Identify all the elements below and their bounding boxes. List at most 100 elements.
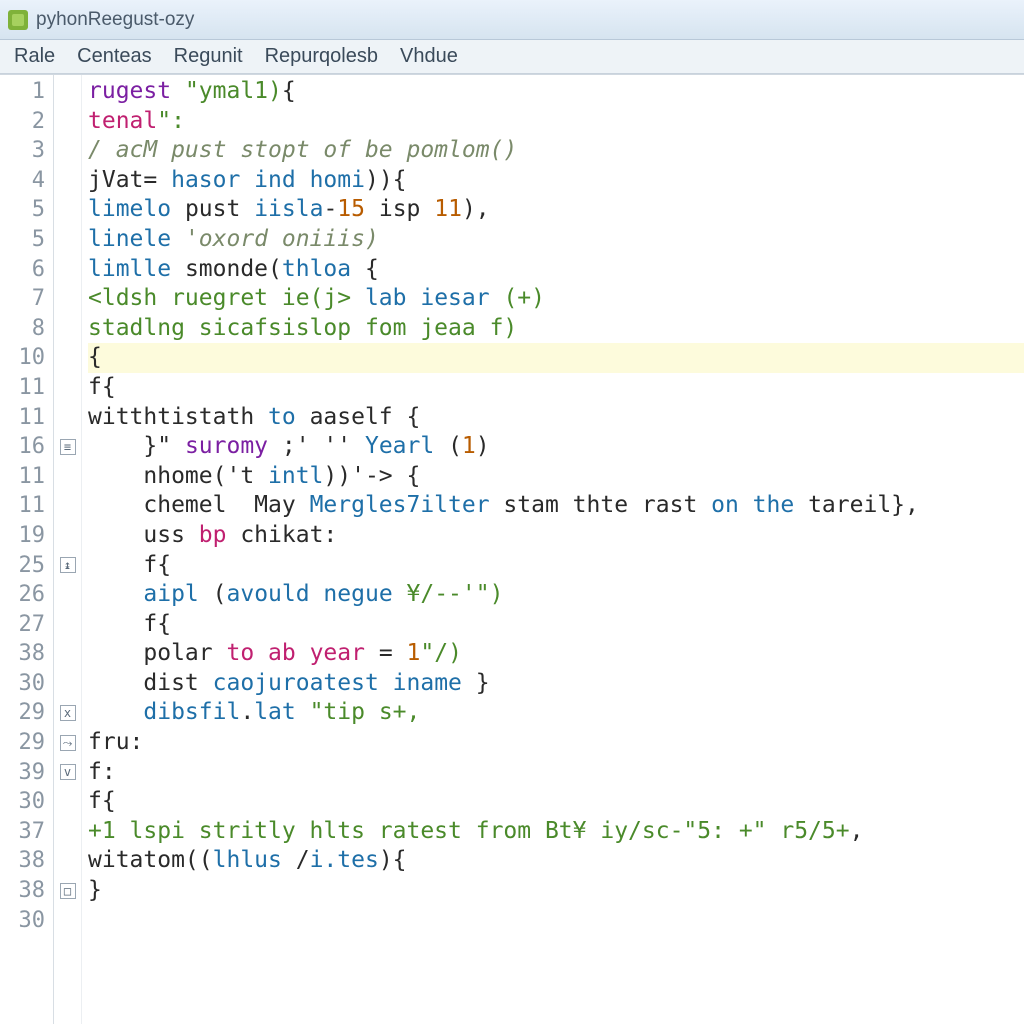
line-number: 38: [0, 876, 53, 906]
fold-marker: [54, 166, 81, 196]
line-number: 30: [0, 787, 53, 817]
code-line[interactable]: f:: [88, 758, 1024, 788]
line-number: 1: [0, 77, 53, 107]
code-line[interactable]: [88, 906, 1024, 936]
window-titlebar: pyhonReegust-ozy: [0, 0, 1024, 40]
menu-centeas[interactable]: Centeas: [67, 41, 162, 72]
code-line[interactable]: linele 'oxord oniiis): [88, 225, 1024, 255]
code-line[interactable]: uss bp chikat:: [88, 521, 1024, 551]
code-line[interactable]: stadlng sicafsislop fom jeaa f): [88, 314, 1024, 344]
menu-regunit[interactable]: Regunit: [164, 41, 253, 72]
fold-marker: [54, 610, 81, 640]
code-line[interactable]: witatom((lhlus /i.tes){: [88, 846, 1024, 876]
fold-toggle-icon[interactable]: v: [60, 764, 76, 780]
line-number: 11: [0, 462, 53, 492]
fold-marker: [54, 136, 81, 166]
code-editor[interactable]: 1234556781011111611111925262738302929393…: [0, 74, 1024, 1024]
line-number: 37: [0, 817, 53, 847]
fold-marker[interactable]: ≡: [54, 432, 81, 462]
code-line[interactable]: dist caojuroatest iname }: [88, 669, 1024, 699]
code-line[interactable]: nhome('t intl))'-> {: [88, 462, 1024, 492]
code-line[interactable]: f{: [88, 787, 1024, 817]
fold-marker: [54, 225, 81, 255]
code-line[interactable]: {: [88, 343, 1024, 373]
line-number: 27: [0, 610, 53, 640]
fold-marker: [54, 846, 81, 876]
line-number: 30: [0, 906, 53, 936]
fold-toggle-icon[interactable]: x: [60, 705, 76, 721]
code-line[interactable]: limelo pust iisla-15 isp 11),: [88, 195, 1024, 225]
fold-marker: [54, 403, 81, 433]
fold-marker: [54, 580, 81, 610]
fold-marker: [54, 107, 81, 137]
fold-toggle-icon[interactable]: ⤳: [60, 735, 76, 751]
code-line[interactable]: limlle smonde(thloa {: [88, 255, 1024, 285]
fold-marker: [54, 491, 81, 521]
line-number: 30: [0, 669, 53, 699]
code-line[interactable]: }: [88, 876, 1024, 906]
code-line[interactable]: f{: [88, 610, 1024, 640]
fold-marker: [54, 284, 81, 314]
line-number: 11: [0, 403, 53, 433]
code-line[interactable]: +1 lspi stritly hlts ratest from Bt¥ iy/…: [88, 817, 1024, 847]
code-line[interactable]: aipl (avould negue ¥/--'"): [88, 580, 1024, 610]
code-line[interactable]: tenal":: [88, 107, 1024, 137]
fold-marker[interactable]: □: [54, 876, 81, 906]
code-line[interactable]: jVat= hasor ind homi)){: [88, 166, 1024, 196]
code-line[interactable]: / acM pust stopt of be pomlom(): [88, 136, 1024, 166]
fold-toggle-icon[interactable]: ≡: [60, 439, 76, 455]
line-number: 5: [0, 195, 53, 225]
code-area[interactable]: rugest "ymal1){tenal":/ acM pust stopt o…: [82, 75, 1024, 1024]
app-icon: [8, 10, 28, 30]
code-line[interactable]: polar to ab year = 1"/): [88, 639, 1024, 669]
line-number: 11: [0, 491, 53, 521]
line-number: 3: [0, 136, 53, 166]
code-line[interactable]: f{: [88, 551, 1024, 581]
fold-marker: [54, 787, 81, 817]
line-number: 11: [0, 373, 53, 403]
line-number: 19: [0, 521, 53, 551]
fold-marker: [54, 817, 81, 847]
fold-marker: [54, 314, 81, 344]
line-number: 26: [0, 580, 53, 610]
menu-rale[interactable]: Rale: [4, 41, 65, 72]
code-line[interactable]: <ldsh ruegret ie(j> lab iesar (+): [88, 284, 1024, 314]
fold-marker: [54, 343, 81, 373]
fold-marker[interactable]: x: [54, 698, 81, 728]
code-line[interactable]: rugest "ymal1){: [88, 77, 1024, 107]
menu-repurqolesb[interactable]: Repurqolesb: [255, 41, 388, 72]
fold-marker[interactable]: v: [54, 758, 81, 788]
line-number-gutter: 1234556781011111611111925262738302929393…: [0, 75, 54, 1024]
line-number: 10: [0, 343, 53, 373]
code-line[interactable]: }" suromy ;' '' Yearl (1): [88, 432, 1024, 462]
line-number: 16: [0, 432, 53, 462]
code-line[interactable]: fru:: [88, 728, 1024, 758]
code-line[interactable]: dibsfil.lat "tip s+,: [88, 698, 1024, 728]
line-number: 7: [0, 284, 53, 314]
menubar: Rale Centeas Regunit Repurqolesb Vhdue: [0, 40, 1024, 74]
fold-marker: [54, 255, 81, 285]
code-line[interactable]: f{: [88, 373, 1024, 403]
window-title: pyhonReegust-ozy: [36, 9, 194, 31]
line-number: 6: [0, 255, 53, 285]
line-number: 39: [0, 758, 53, 788]
fold-column: ≡ ↨ x ⤳ v □: [54, 75, 82, 1024]
fold-marker: [54, 639, 81, 669]
fold-marker[interactable]: ⤳: [54, 728, 81, 758]
fold-toggle-icon[interactable]: ↨: [60, 557, 76, 573]
fold-marker: [54, 462, 81, 492]
fold-toggle-icon[interactable]: □: [60, 883, 76, 899]
fold-marker[interactable]: ↨: [54, 551, 81, 581]
fold-marker: [54, 373, 81, 403]
fold-marker: [54, 195, 81, 225]
line-number: 38: [0, 639, 53, 669]
line-number: 25: [0, 551, 53, 581]
code-line[interactable]: chemel May Mergles7ilter stam thte rast …: [88, 491, 1024, 521]
line-number: 8: [0, 314, 53, 344]
fold-marker: [54, 77, 81, 107]
code-line[interactable]: witthtistath to aaself {: [88, 403, 1024, 433]
line-number: 29: [0, 728, 53, 758]
line-number: 2: [0, 107, 53, 137]
fold-marker: [54, 521, 81, 551]
menu-vhdue[interactable]: Vhdue: [390, 41, 468, 72]
